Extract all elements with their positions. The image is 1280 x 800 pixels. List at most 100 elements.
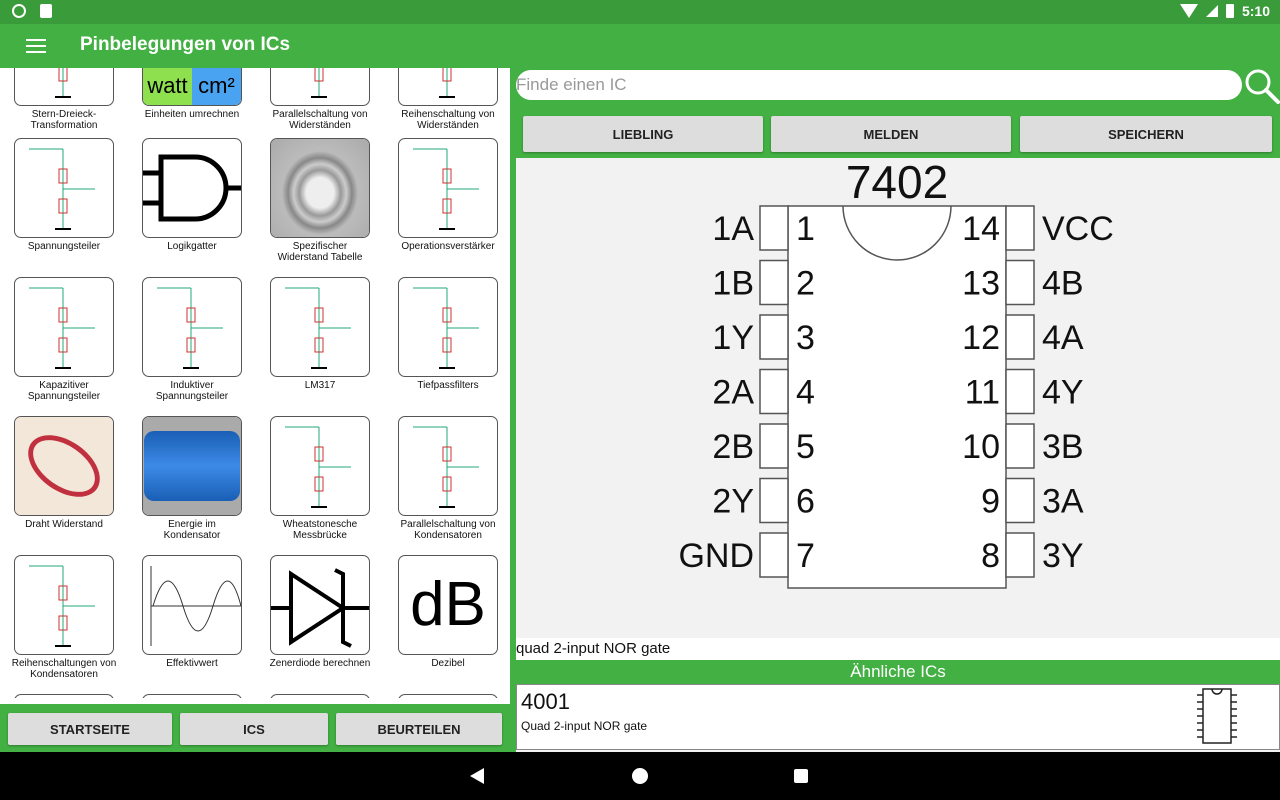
search-input[interactable] [516,70,1242,100]
pin-number: 1 [796,210,815,248]
menu-icon[interactable] [26,39,46,53]
pin-left [759,259,789,306]
report-button[interactable]: MELDEN [771,116,1011,152]
pin-right [1005,532,1035,578]
ic-detail-panel: LIEBLING MELDEN SPEICHERN 7402 1A 1 1B 2 1Y 3 2… [516,68,1280,752]
calculator-tile[interactable]: Draht Widerstand [0,416,128,530]
pin-label: 1Y [712,319,754,357]
signal-icon [1205,5,1218,17]
pin-right [1005,423,1035,469]
calculator-tile[interactable]: Wheatstonesche Messbrücke [256,416,384,541]
status-bar: 5:10 [0,0,1280,24]
parallel-caps-icon [398,416,498,516]
tile-label: Einheiten umrechnen [144,109,240,120]
tile-label: Reihenschaltung von Widerständen [401,109,495,131]
rms-icon [142,555,242,655]
calculator-tile[interactable]: dB Dezibel [384,555,510,669]
ics-button[interactable]: ICS [180,713,328,745]
calculator-tile[interactable]: Parallelschaltung von Widerständen [256,68,384,131]
tile-label: Logikgatter [167,241,217,252]
pin-left [759,423,789,469]
pinout-svg: 7402 1A 1 1B 2 1Y 3 2A 4 2B 5 2Y 6 GND 7 14 VCC 13 4B 12 4A 1… [678,156,1114,589]
pin-right [1005,477,1035,524]
decibel-icon: dB [398,555,498,655]
pin-label: 4A [1042,319,1084,357]
calculator-tile[interactable]: Spannungsteiler [0,138,128,252]
pin-number: 2 [796,265,815,303]
calculator-tile[interactable]: Logikgatter [128,138,256,252]
chip-icon [1197,688,1237,744]
notification-circle-icon [12,4,26,18]
tile-label: Wheatstonesche Messbrücke [282,519,358,541]
search-bar [516,68,1280,112]
tile-label: Operationsverstärker [401,241,495,252]
calculator-tile[interactable]: Parallelschaltung von Kondensatoren [384,416,510,541]
search-icon[interactable] [1244,68,1280,104]
pin-right [1005,259,1035,306]
pin-number: 13 [962,265,1000,303]
pin-label: 3Y [1042,537,1084,575]
pin-left [759,368,789,415]
pin-label: 2B [712,428,754,466]
wifi-icon [1179,4,1198,18]
tile-label: Induktiver Spannungsteiler [155,380,229,402]
similar-ic-card[interactable]: 4001 Quad 2-input NOR gate [516,684,1280,750]
calculator-tile[interactable]: Spezifischer Widerstand Tabelle [256,138,384,263]
pin-label: GND [678,537,754,575]
home-icon[interactable] [632,768,648,784]
app-title: Pinbelegungen von ICs [80,34,291,55]
favorite-button[interactable]: LIEBLING [523,116,763,152]
similar-ic-desc: Quad 2-input NOR gate [521,719,648,733]
wire-icon [14,416,114,516]
calculator-tile-partial[interactable] [0,694,128,698]
tile-image [14,694,114,698]
save-button[interactable]: SPEICHERN [1020,116,1272,152]
home-button[interactable]: STARTSEITE [8,713,172,745]
pin-left [759,314,789,360]
tile-label: Effektivwert [166,658,218,669]
pin-label: 1A [712,210,754,248]
bottom-nav: STARTSEITE ICS BEURTEILEN [0,704,510,752]
rate-button[interactable]: BEURTEILEN [336,713,502,745]
pin-label: 2Y [712,483,754,521]
wire-coil-icon [270,138,370,238]
calculator-tile[interactable]: Kapazitiver Spannungsteiler [0,277,128,402]
back-icon[interactable] [470,768,484,784]
clock: 5:10 [1241,3,1270,19]
capacitive-divider-icon [14,277,114,377]
calculator-tile[interactable]: watt cm² Einheiten umrechnen [128,68,256,120]
tile-image [270,694,370,698]
wheatstone-icon [270,416,370,516]
calculator-tile-partial[interactable] [256,694,384,698]
pin-left [759,477,789,524]
calculator-tile[interactable]: Energie im Kondensator [128,416,256,541]
pin-number: 12 [962,319,1000,357]
recents-icon[interactable] [794,769,808,783]
calculator-tile[interactable]: Induktiver Spannungsteiler [128,277,256,402]
zener-icon [270,555,370,655]
action-buttons: LIEBLING MELDEN SPEICHERN [516,112,1280,158]
calculator-tile[interactable]: Reihenschaltungen von Kondensatoren [0,555,128,680]
similar-ics-header: Ähnliche ICs [516,660,1280,684]
calculator-tile-partial[interactable] [128,694,256,698]
parallel-resistors-icon [270,68,370,106]
pin-number: 6 [796,483,815,521]
pin-number: 11 [965,374,1000,412]
calculator-tile[interactable]: Stern-Dreieck- Transformation [0,68,128,131]
calculator-tile[interactable]: Operationsverstärker [384,138,510,252]
calculator-panel: Stern-Dreieck- Transformation watt cm² Einh… [0,68,510,752]
calculator-tile[interactable]: Tiefpassfilters [384,277,510,391]
calculator-tile[interactable]: Zenerdiode berechnen [256,555,384,669]
tile-label: Reihenschaltungen von Kondensatoren [11,658,117,680]
pin-label: 3B [1042,428,1084,466]
tile-label: Zenerdiode berechnen [269,658,371,669]
calculator-tile[interactable]: LM317 [256,277,384,391]
calculator-tile[interactable]: Reihenschaltung von Widerständen [384,68,510,131]
sd-card-icon [40,4,52,18]
tile-label: Spannungsteiler [27,241,101,252]
pin-number: 8 [981,537,1000,575]
calculator-tile[interactable]: Effektivwert [128,555,256,669]
calculator-tile-partial[interactable] [384,694,510,698]
ic-name: 7402 [846,158,948,208]
units-icon: watt cm² [142,68,242,106]
